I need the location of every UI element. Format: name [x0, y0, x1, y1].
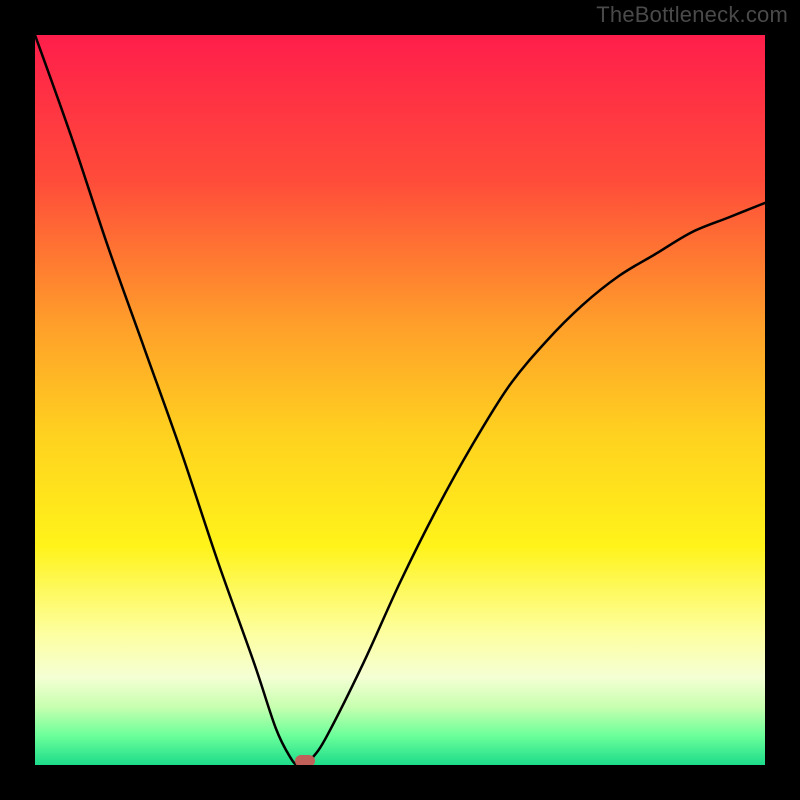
curve-layer [35, 35, 765, 765]
watermark-text: TheBottleneck.com [596, 2, 788, 28]
optimal-point-marker [295, 755, 315, 765]
plot-area [35, 35, 765, 765]
bottleneck-curve [35, 35, 765, 765]
chart-frame: TheBottleneck.com [0, 0, 800, 800]
